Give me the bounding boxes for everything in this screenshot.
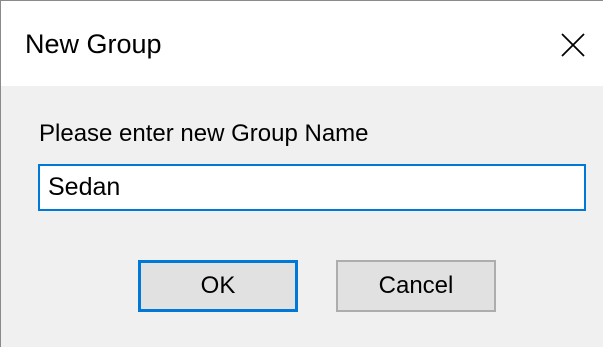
- ok-button[interactable]: OK: [138, 260, 298, 312]
- title-bar: New Group: [1, 1, 603, 86]
- window-title: New Group: [25, 29, 162, 59]
- new-group-dialog: New Group Please enter new Group Name OK…: [0, 0, 603, 347]
- cancel-button[interactable]: Cancel: [336, 260, 496, 312]
- group-name-input[interactable]: [38, 164, 586, 211]
- close-icon: [561, 33, 585, 57]
- group-name-prompt: Please enter new Group Name: [39, 120, 369, 147]
- close-button[interactable]: [547, 19, 599, 71]
